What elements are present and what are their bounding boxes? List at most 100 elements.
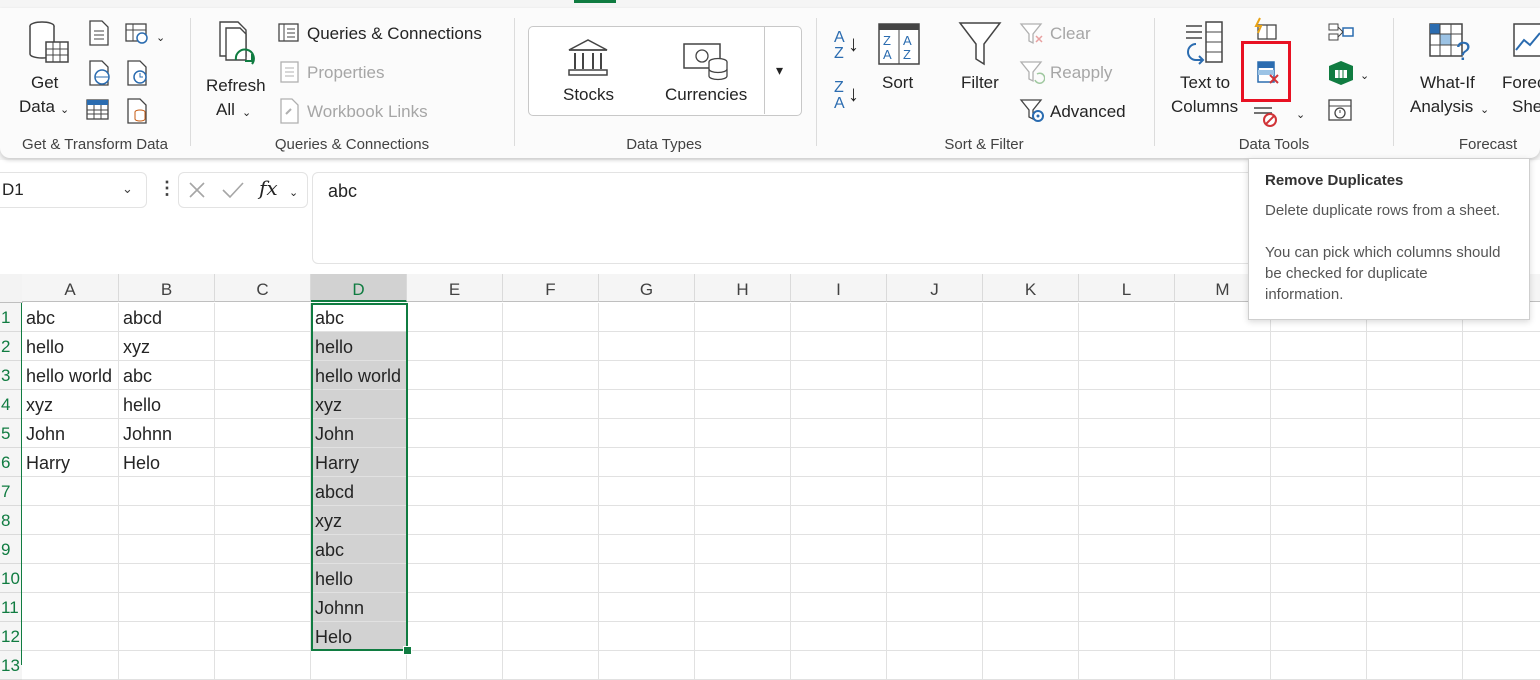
cell-N4[interactable] [1271,390,1367,419]
cell-N3[interactable] [1271,361,1367,390]
cell-K1[interactable] [983,303,1079,332]
cell-M8[interactable] [1175,506,1271,535]
cell-D9[interactable]: abc [311,535,407,564]
cell-K8[interactable] [983,506,1079,535]
cell-M9[interactable] [1175,535,1271,564]
cell-O2[interactable] [1367,332,1463,361]
cell-B9[interactable] [119,535,215,564]
from-text-csv-icon[interactable] [87,20,111,46]
cell-J11[interactable] [887,593,983,622]
row-header[interactable]: 8 [0,506,22,535]
cell-D5[interactable]: John [311,419,407,448]
cell-L4[interactable] [1079,390,1175,419]
cell-C13[interactable] [215,651,311,680]
row-header[interactable]: 6 [0,448,22,477]
cell-K11[interactable] [983,593,1079,622]
cell-C1[interactable] [215,303,311,332]
cell-M11[interactable] [1175,593,1271,622]
cell-N7[interactable] [1271,477,1367,506]
cell-A6[interactable]: Harry [22,448,119,477]
cell-E10[interactable] [407,564,503,593]
cell-N2[interactable] [1271,332,1367,361]
cell-M7[interactable] [1175,477,1271,506]
cell-K12[interactable] [983,622,1079,651]
cell-M12[interactable] [1175,622,1271,651]
cell-M6[interactable] [1175,448,1271,477]
cell-P10[interactable] [1463,564,1540,593]
cell-H13[interactable] [695,651,791,680]
cell-P5[interactable] [1463,419,1540,448]
cell-I8[interactable] [791,506,887,535]
cell-B2[interactable]: xyz [119,332,215,361]
cell-J12[interactable] [887,622,983,651]
cell-J1[interactable] [887,303,983,332]
cell-I13[interactable] [791,651,887,680]
flash-fill-icon[interactable] [1252,17,1280,41]
cell-L5[interactable] [1079,419,1175,448]
cell-A10[interactable] [22,564,119,593]
cell-D8[interactable]: xyz [311,506,407,535]
cell-A8[interactable] [22,506,119,535]
from-web-icon[interactable] [87,60,113,86]
cell-F5[interactable] [503,419,599,448]
cell-C9[interactable] [215,535,311,564]
cell-L11[interactable] [1079,593,1175,622]
column-header[interactable]: B [119,274,215,302]
cell-N6[interactable] [1271,448,1367,477]
cell-L9[interactable] [1079,535,1175,564]
cell-M3[interactable] [1175,361,1271,390]
cell-A12[interactable] [22,622,119,651]
column-header[interactable]: E [407,274,503,302]
cell-G1[interactable] [599,303,695,332]
column-header[interactable]: G [599,274,695,302]
cell-O10[interactable] [1367,564,1463,593]
cell-B8[interactable] [119,506,215,535]
cell-F10[interactable] [503,564,599,593]
cell-L1[interactable] [1079,303,1175,332]
cancel-icon[interactable] [187,180,207,200]
clear-button[interactable]: Clear [1050,24,1091,44]
cell-J4[interactable] [887,390,983,419]
cell-J2[interactable] [887,332,983,361]
chevron-down-icon[interactable]: ⌄ [122,181,133,197]
chevron-down-icon[interactable]: ⌄ [1360,66,1369,86]
chevron-down-icon[interactable]: ⌄ [156,28,165,48]
cell-B7[interactable] [119,477,215,506]
cell-A13[interactable] [22,651,119,680]
cell-I11[interactable] [791,593,887,622]
cell-H3[interactable] [695,361,791,390]
cell-C12[interactable] [215,622,311,651]
queries-connections-icon[interactable] [277,22,301,44]
cell-N5[interactable] [1271,419,1367,448]
queries-connections-button[interactable]: Queries & Connections [307,24,482,44]
cell-E11[interactable] [407,593,503,622]
cell-I6[interactable] [791,448,887,477]
cell-L7[interactable] [1079,477,1175,506]
formula-input[interactable]: abc [312,172,1314,264]
cell-F6[interactable] [503,448,599,477]
column-header[interactable]: H [695,274,791,302]
cell-N13[interactable] [1271,651,1367,680]
cell-K3[interactable] [983,361,1079,390]
cell-C8[interactable] [215,506,311,535]
cell-C4[interactable] [215,390,311,419]
properties-button[interactable]: Properties [307,63,384,83]
cell-O9[interactable] [1367,535,1463,564]
cell-J13[interactable] [887,651,983,680]
cell-B5[interactable]: Johnn [119,419,215,448]
cell-F7[interactable] [503,477,599,506]
cell-C2[interactable] [215,332,311,361]
cell-O12[interactable] [1367,622,1463,651]
cell-J6[interactable] [887,448,983,477]
cell-I10[interactable] [791,564,887,593]
row-header[interactable]: 2 [0,332,22,361]
cell-G13[interactable] [599,651,695,680]
cell-H5[interactable] [695,419,791,448]
cell-J5[interactable] [887,419,983,448]
cell-B11[interactable] [119,593,215,622]
cell-D2[interactable]: hello [311,332,407,361]
cell-K10[interactable] [983,564,1079,593]
enter-check-icon[interactable] [221,180,245,200]
cell-J3[interactable] [887,361,983,390]
from-picture-icon[interactable] [124,22,150,46]
